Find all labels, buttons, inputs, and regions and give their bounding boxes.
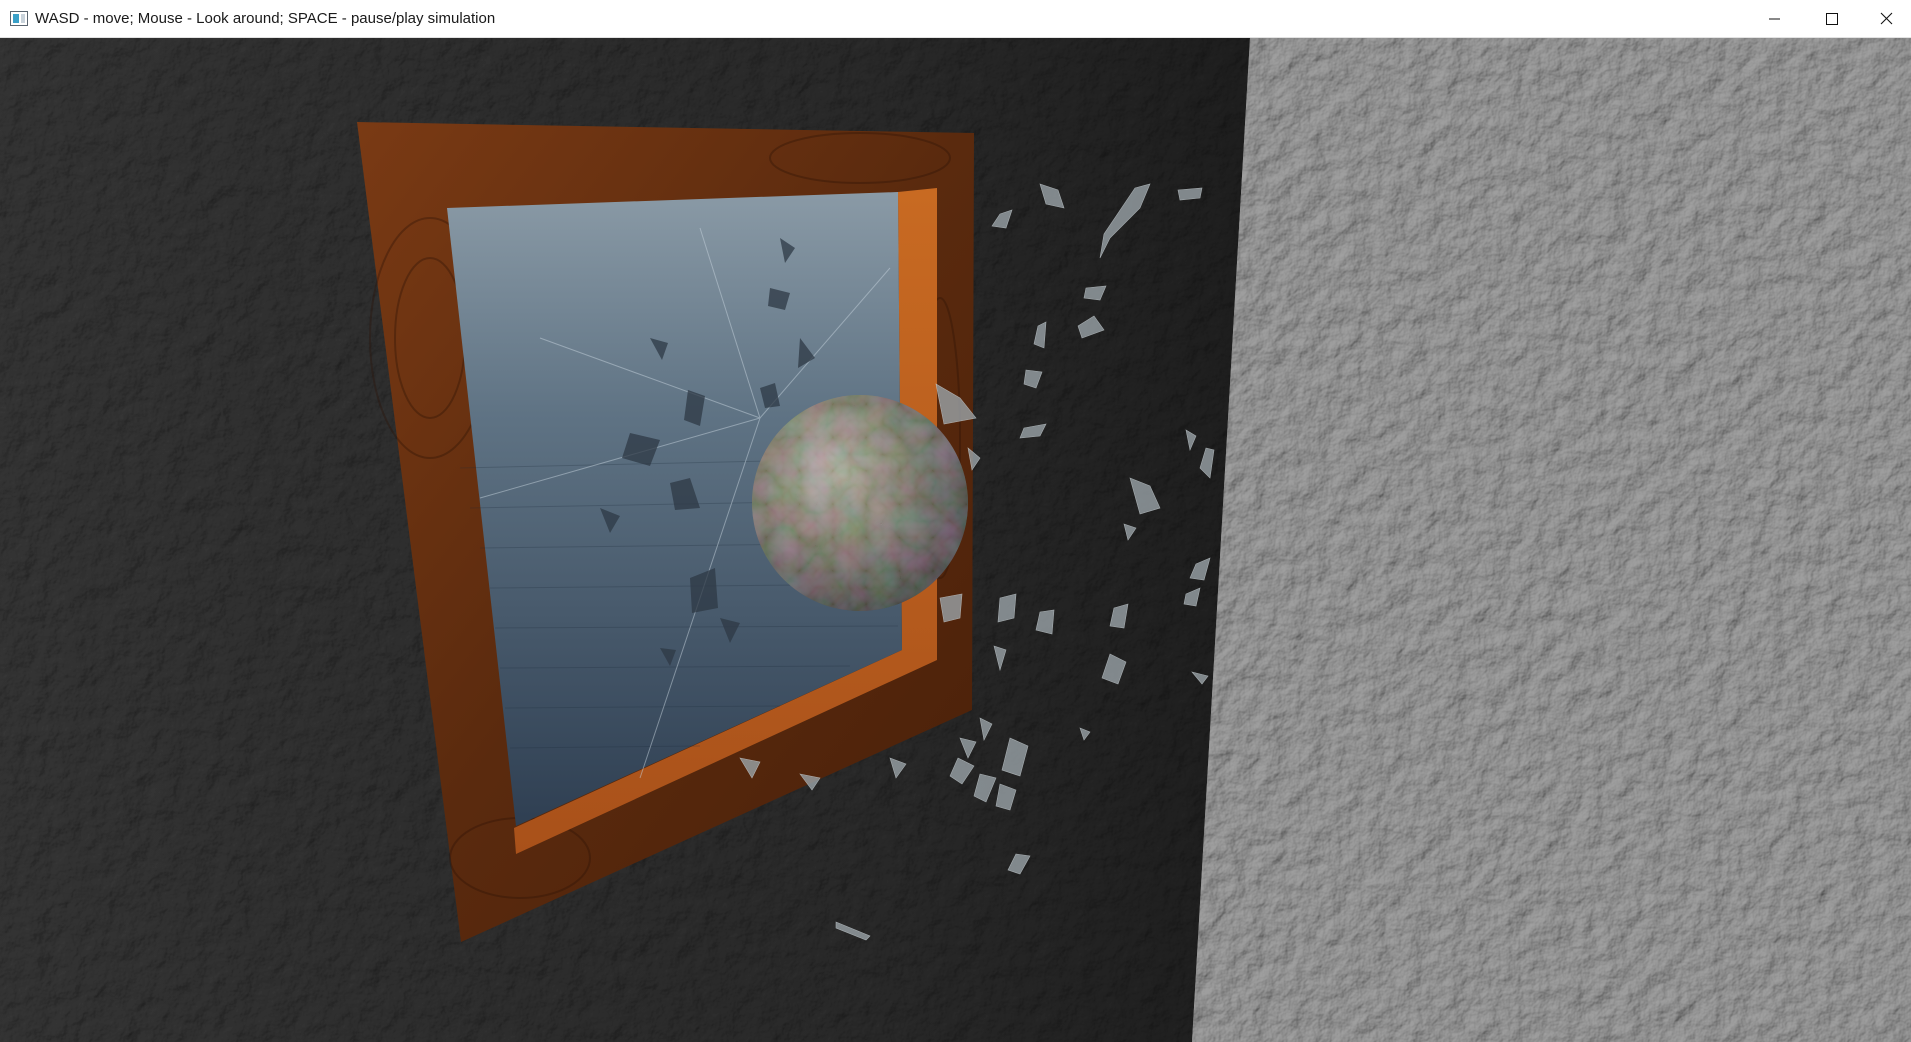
window-title: WASD - move; Mouse - Look around; SPACE … [35,10,496,27]
3d-viewport[interactable] [0,38,1911,1042]
application-window-icon [10,11,28,26]
marble-ball [752,395,968,611]
scene-render [0,38,1911,1042]
minimize-button[interactable] [1745,0,1803,38]
application-window: WASD - move; Mouse - Look around; SPACE … [0,0,1911,1042]
title-bar[interactable]: WASD - move; Mouse - Look around; SPACE … [0,0,1911,38]
maximize-button[interactable] [1803,0,1861,38]
close-icon [1880,12,1893,25]
minimize-icon [1769,18,1780,20]
close-button[interactable] [1861,0,1911,38]
maximize-icon [1826,13,1838,25]
